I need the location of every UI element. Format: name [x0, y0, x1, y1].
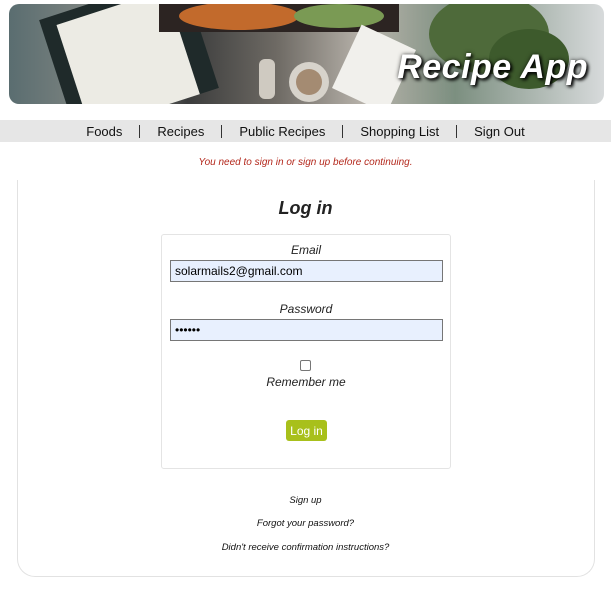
- remember-me-checkbox[interactable]: [300, 360, 311, 371]
- nav-recipes[interactable]: Recipes: [140, 124, 223, 138]
- header-banner: Recipe App: [9, 4, 604, 104]
- nav-shopping-list[interactable]: Shopping List: [343, 124, 458, 138]
- confirmation-link[interactable]: Didn't receive confirmation instructions…: [0, 542, 611, 553]
- remember-me-label: Remember me: [266, 375, 346, 389]
- password-field[interactable]: [170, 319, 443, 341]
- nav-sign-out[interactable]: Sign Out: [457, 125, 542, 138]
- nav-foods[interactable]: Foods: [69, 124, 141, 138]
- flash-alert: You need to sign in or sign up before co…: [198, 157, 413, 168]
- sign-up-link[interactable]: Sign up: [0, 495, 611, 506]
- main-nav: Foods Recipes Public Recipes Shopping Li…: [0, 120, 611, 142]
- app-title: Recipe App: [397, 48, 588, 86]
- forgot-password-link[interactable]: Forgot your password?: [0, 518, 611, 529]
- nav-public-recipes[interactable]: Public Recipes: [222, 124, 344, 138]
- email-field[interactable]: [170, 260, 443, 282]
- email-label: Email: [290, 243, 321, 257]
- password-label: Password: [279, 302, 333, 316]
- page-title: Log in: [278, 198, 333, 218]
- login-button[interactable]: Log in: [286, 420, 327, 441]
